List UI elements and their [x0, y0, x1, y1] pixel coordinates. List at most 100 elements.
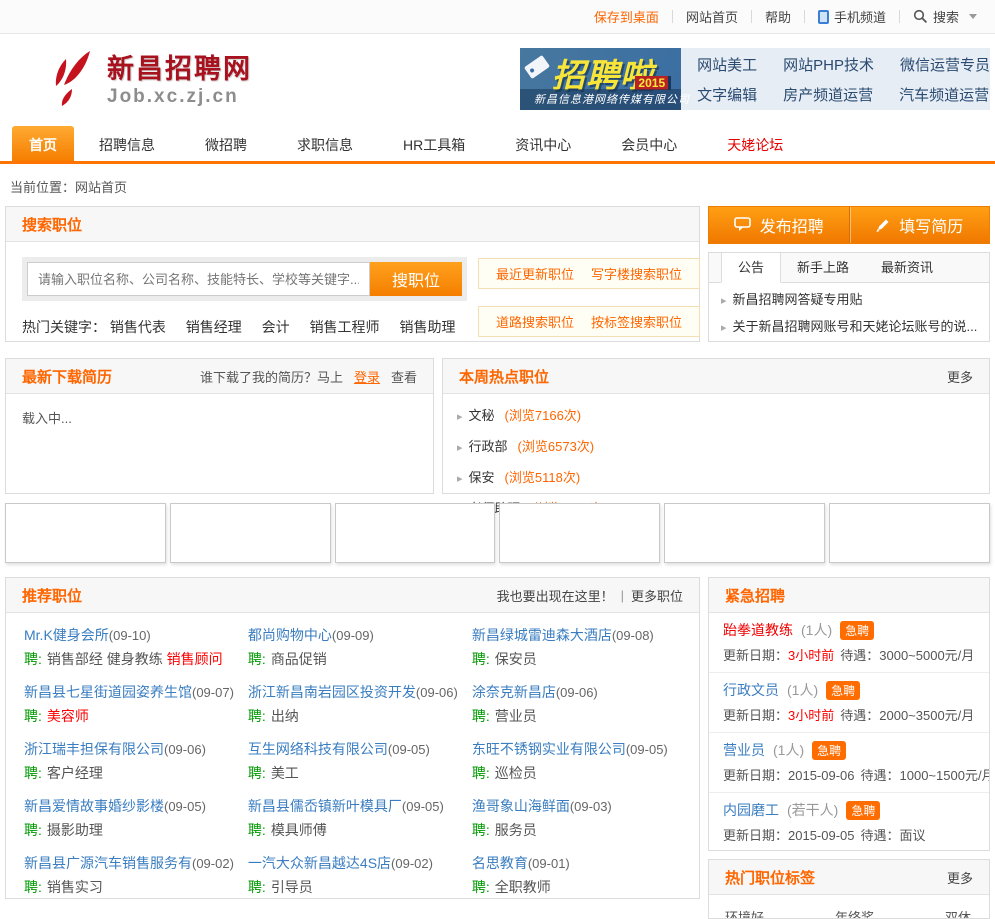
company-link[interactable]: 新昌爱情故事婚纱影楼: [24, 798, 164, 814]
company-link[interactable]: 新昌绿城雷迪森大酒店: [472, 627, 612, 643]
list-item: ▸ 保安 (浏览5118次): [457, 463, 975, 494]
company-link[interactable]: 新昌县广源汽车销售服务有: [24, 855, 192, 871]
keyword-link[interactable]: 会计: [262, 319, 290, 335]
view-count: (浏览5118次): [504, 470, 581, 485]
keyword-link[interactable]: 销售经理: [186, 319, 242, 335]
role-text[interactable]: 模具师傅: [271, 822, 327, 838]
banner-link[interactable]: 汽车频道运营: [899, 84, 989, 105]
role-text[interactable]: 全职教师: [495, 879, 551, 895]
urgent-job-link[interactable]: 行政文员: [723, 680, 779, 700]
recommended-jobs-panel: 推荐职位 我也要出现在这里！ | 更多职位 Mr.K健身会所(09-10) 聘: 销…: [5, 577, 700, 899]
search-menu[interactable]: 搜索: [913, 7, 977, 26]
nav-hr-toolbox[interactable]: HR工具箱: [378, 126, 490, 161]
office-building-search-link[interactable]: 写字楼搜索职位: [591, 264, 682, 283]
nav-jobseeker-info[interactable]: 求职信息: [272, 126, 378, 161]
job-search-input[interactable]: [27, 262, 370, 296]
quick-search-links: 最近更新职位 写字楼搜索职位 道路搜索职位 按标签搜索职位: [478, 258, 700, 337]
banner-year: 2015: [635, 76, 672, 90]
role-text[interactable]: 服务员: [495, 822, 537, 838]
appear-here-link[interactable]: 我也要出现在这里！: [497, 586, 614, 605]
post-date: (09-01): [527, 856, 570, 871]
fill-resume-button[interactable]: 填写简历: [848, 207, 990, 243]
headcount: (若干人): [787, 802, 839, 818]
nav-home[interactable]: 首页: [12, 126, 74, 161]
company-link[interactable]: 名思教育: [472, 855, 528, 871]
role-text[interactable]: 销售部经 健身教练: [47, 651, 167, 667]
login-link[interactable]: 登录: [354, 367, 380, 386]
keyword-link[interactable]: 销售代表: [110, 319, 166, 335]
role-text[interactable]: 美工: [271, 765, 299, 781]
role-text[interactable]: 摄影助理: [47, 822, 103, 838]
more-jobs-link[interactable]: 更多职位: [631, 586, 683, 605]
nav-member-center[interactable]: 会员中心: [596, 126, 702, 161]
list-item[interactable]: ▸新昌信息港招聘网试运营公告: [721, 341, 977, 342]
company-link[interactable]: 新昌县儒岙镇新叶模具厂: [248, 798, 402, 814]
tab-newbie-guide[interactable]: 新手上路: [781, 253, 865, 282]
company-link[interactable]: 渔哥象山海鲜面: [472, 798, 570, 814]
tag-link[interactable]: 双休: [945, 907, 971, 918]
more-link[interactable]: 更多: [947, 868, 973, 887]
list-item: ▸ 行政部 (浏览6573次): [457, 432, 975, 463]
role-text-highlight[interactable]: 美容师: [47, 708, 89, 724]
recruiting-ad-banner[interactable]: 招聘啦 2015 新昌信息港网络传媒有限公司 网站美工 网站PHP技术 微信运营…: [520, 48, 990, 110]
tag-link[interactable]: 年终奖: [835, 907, 874, 918]
banner-link[interactable]: 微信运营专员: [900, 54, 990, 75]
urgent-job-link[interactable]: 营业员: [723, 740, 765, 760]
tag-list: 环境好 年终奖 双休: [709, 895, 989, 918]
hire-label: 聘:: [247, 765, 266, 781]
search-jobs-button[interactable]: 搜职位: [370, 262, 462, 296]
hire-label: 聘:: [471, 708, 490, 724]
banner-link[interactable]: 网站PHP技术: [783, 54, 874, 75]
keyword-link[interactable]: 销售工程师: [310, 319, 380, 335]
nav-forum[interactable]: 天姥论坛: [702, 126, 808, 161]
help-link[interactable]: 帮助: [765, 7, 791, 26]
company-link[interactable]: Mr.K健身会所: [24, 627, 109, 643]
role-text[interactable]: 营业员: [495, 708, 537, 724]
company-link[interactable]: 东旺不锈钢实业有限公司: [472, 741, 626, 757]
nav-news-center[interactable]: 资讯中心: [490, 126, 596, 161]
company-link[interactable]: 新昌县七星街道园姿养生馆: [24, 684, 192, 700]
role-text[interactable]: 保安员: [495, 651, 537, 667]
company-link[interactable]: 浙江新昌南岩园区投资开发: [248, 684, 416, 700]
role-text[interactable]: 巡检员: [495, 765, 537, 781]
hot-job-link[interactable]: 文秘: [469, 408, 495, 423]
keyword-link[interactable]: 销售助理: [399, 319, 455, 335]
role-text-highlight[interactable]: 销售顾问: [167, 651, 223, 667]
tab-latest-news[interactable]: 最新资讯: [865, 253, 949, 282]
company-link[interactable]: 涂奈克新昌店: [472, 684, 556, 700]
nav-recruit-info[interactable]: 招聘信息: [74, 126, 180, 161]
hot-job-link[interactable]: 保安: [469, 470, 495, 485]
site-home-link[interactable]: 网站首页: [686, 7, 738, 26]
banner-link[interactable]: 文字编辑: [697, 84, 757, 105]
urgent-job-link[interactable]: 内园磨工: [723, 800, 779, 820]
banner-link[interactable]: 网站美工: [697, 54, 757, 75]
list-item[interactable]: ▸ 新昌招聘网答疑专用贴: [721, 287, 977, 314]
banner-link[interactable]: 房产频道运营: [783, 84, 873, 105]
save-to-desktop-link[interactable]: 保存到桌面: [594, 7, 659, 26]
mobile-channel-link[interactable]: 手机频道: [817, 7, 886, 26]
tag-search-link[interactable]: 按标签搜索职位: [591, 312, 682, 331]
role-text[interactable]: 客户经理: [47, 765, 103, 781]
recent-jobs-link[interactable]: 最近更新职位: [496, 264, 574, 283]
list-item[interactable]: ▸ 关于新昌招聘网账号和天姥论坛账号的说...: [721, 314, 977, 341]
tag-link[interactable]: 环境好: [725, 907, 764, 918]
company-link[interactable]: 浙江瑞丰担保有限公司: [24, 741, 164, 757]
post-job-button[interactable]: 发布招聘: [709, 207, 849, 243]
notice-link[interactable]: 关于新昌招聘网账号和天姥论坛账号的说...: [733, 319, 977, 334]
company-link[interactable]: 都尚购物中心: [248, 627, 332, 643]
hot-job-link[interactable]: 行政部: [469, 439, 508, 454]
role-text[interactable]: 引导员: [271, 879, 313, 895]
ad-placeholder: [499, 503, 661, 563]
company-link[interactable]: 互生网络科技有限公司: [248, 741, 388, 757]
company-link[interactable]: 一汽大众新昌越达4S店: [248, 855, 391, 871]
tab-announcements[interactable]: 公告: [721, 253, 782, 283]
nav-micro-recruit[interactable]: 微招聘: [180, 126, 272, 161]
urgent-job-link[interactable]: 跆拳道教练: [723, 620, 793, 640]
site-logo[interactable]: 新昌招聘网 Job.xc.zj.cn: [44, 47, 252, 108]
role-text[interactable]: 商品促销: [271, 651, 327, 667]
role-text[interactable]: 出纳: [271, 708, 299, 724]
role-text[interactable]: 销售实习: [47, 879, 103, 895]
notice-link[interactable]: 新昌招聘网答疑专用贴: [733, 292, 863, 307]
more-link[interactable]: 更多: [947, 367, 973, 386]
road-search-link[interactable]: 道路搜索职位: [496, 312, 574, 331]
